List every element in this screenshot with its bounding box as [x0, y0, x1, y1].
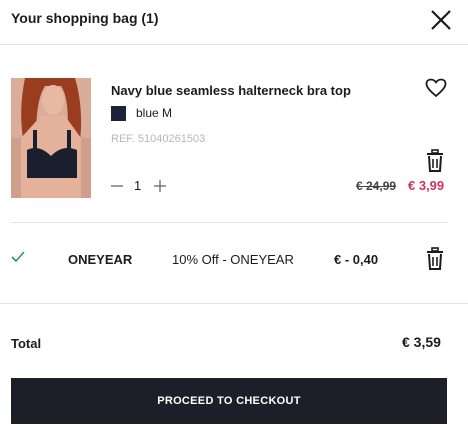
color-swatch	[111, 106, 126, 121]
product-image[interactable]	[11, 78, 91, 198]
divider	[11, 222, 447, 223]
minus-icon	[111, 185, 123, 187]
quantity-value: 1	[134, 178, 142, 193]
sale-price: € 3,99	[408, 178, 445, 193]
discount-amount: € - 0,40	[334, 252, 379, 267]
trash-icon	[427, 247, 443, 270]
product-name[interactable]: Navy blue seamless halterneck bra top	[111, 83, 351, 98]
original-price: € 24,99	[356, 179, 397, 193]
plus-icon	[154, 180, 166, 192]
total-value: € 3,59	[402, 334, 441, 350]
divider	[0, 303, 468, 304]
product-photo	[11, 78, 91, 198]
product-variant: blue M	[136, 106, 173, 120]
cart-title: Your shopping bag (1)	[11, 10, 159, 26]
close-icon	[431, 10, 451, 30]
discount-description: 10% Off - ONEYEAR	[172, 252, 294, 267]
trash-icon	[427, 149, 443, 172]
close-button[interactable]	[427, 6, 455, 34]
product-ref: REF. 51040261503	[111, 133, 206, 145]
quantity-increase-button[interactable]	[153, 178, 167, 194]
discount-code: ONEYEAR	[68, 252, 133, 267]
heart-icon	[425, 78, 447, 98]
total-label: Total	[11, 336, 42, 351]
remove-discount-button[interactable]	[424, 247, 446, 271]
cart-header: Your shopping bag (1)	[0, 0, 468, 45]
check-icon	[11, 250, 25, 263]
remove-item-button[interactable]	[424, 149, 446, 173]
checkout-button[interactable]: PROCEED TO CHECKOUT	[11, 378, 447, 424]
wishlist-button[interactable]	[425, 78, 447, 98]
quantity-decrease-button[interactable]	[111, 178, 123, 194]
